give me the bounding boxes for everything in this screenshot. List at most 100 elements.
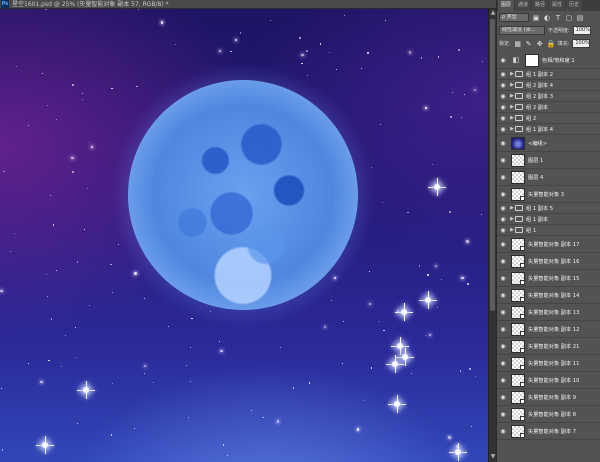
layer-name[interactable]: 组 2 副本 3 — [526, 93, 553, 100]
visibility-eye-icon[interactable]: ◉ — [497, 292, 509, 299]
layer-row[interactable]: ◉ 矢量智能对象 副本 8 — [497, 406, 600, 423]
layer-name[interactable]: 矢量智能对象 副本 9 — [528, 394, 576, 401]
layer-name[interactable]: 组 1 副本 — [526, 216, 548, 223]
layer-name[interactable]: 矢量智能对象 副本 12 — [528, 326, 579, 333]
pixel-filter-icon[interactable]: ▣ — [532, 14, 540, 22]
layer-name[interactable]: 矢量智能对象 副本 14 — [528, 292, 579, 299]
layer-filter-select[interactable]: ρ 类型 — [499, 13, 529, 22]
layer-row[interactable]: ◉ 矢量智能对象 副本 10 — [497, 372, 600, 389]
layer-row[interactable]: ◉ ▶ 组 2 副本 3 — [497, 91, 600, 102]
layer-thumbnail[interactable] — [511, 136, 525, 150]
collapsed-panel-scrollbar[interactable]: ▲ ▼ — [488, 9, 496, 462]
layer-name[interactable]: 组 2 副本 4 — [526, 82, 553, 89]
visibility-eye-icon[interactable]: ◉ — [497, 126, 509, 133]
layer-name[interactable]: 矢量智能对象 副本 17 — [528, 241, 579, 248]
layer-row[interactable]: ◉ 矢量智能对象 副本 11 — [497, 355, 600, 372]
layer-row[interactable]: ◉ 矢量智能对象 副本 7 — [497, 423, 600, 440]
lock-brush-icon[interactable]: ✎ — [525, 40, 533, 48]
layer-name[interactable]: 矢量智能对象 副本 7 — [528, 428, 576, 435]
image-canvas[interactable] — [0, 9, 488, 462]
visibility-eye-icon[interactable]: ◉ — [497, 309, 509, 316]
lock-transparent-icon[interactable]: ▦ — [514, 40, 522, 48]
layer-name[interactable]: <编组> — [528, 140, 547, 147]
visibility-eye-icon[interactable]: ◉ — [497, 216, 509, 223]
layer-name[interactable]: 矢量智能对象 3 — [528, 191, 564, 198]
tab-4[interactable]: 历史 — [566, 0, 583, 11]
visibility-eye-icon[interactable]: ◉ — [497, 394, 509, 401]
visibility-eye-icon[interactable]: ◉ — [497, 57, 509, 64]
layer-name[interactable]: 矢量智能对象 副本 13 — [528, 309, 579, 316]
layer-row[interactable]: ◉ ◧ 色相/饱和度 1 — [497, 52, 600, 69]
layer-row[interactable]: ◉ 矢量智能对象 副本 13 — [497, 304, 600, 321]
layer-row[interactable]: ◉ ▶ 组 1 — [497, 225, 600, 236]
tab-3[interactable]: 属性 — [549, 0, 566, 11]
tab-1[interactable]: 通道 — [515, 0, 532, 11]
visibility-eye-icon[interactable]: ◉ — [497, 258, 509, 265]
layer-row[interactable]: ◉ ▶ 组 2 — [497, 113, 600, 124]
lock-all-icon[interactable]: 🔒 — [547, 40, 556, 48]
shape-filter-icon[interactable]: ▢ — [565, 14, 573, 22]
layer-row[interactable]: ◉ ▶ 组 1 副本 4 — [497, 124, 600, 135]
layer-thumbnail[interactable] — [511, 390, 525, 404]
visibility-eye-icon[interactable]: ◉ — [497, 227, 509, 234]
visibility-eye-icon[interactable]: ◉ — [497, 411, 509, 418]
layer-row[interactable]: ◉ ▶ 组 2 副本 4 — [497, 80, 600, 91]
layer-name[interactable]: 矢量智能对象 副本 8 — [528, 411, 576, 418]
layer-thumbnail[interactable] — [511, 356, 525, 370]
visibility-eye-icon[interactable]: ◉ — [497, 71, 509, 78]
visibility-eye-icon[interactable]: ◉ — [497, 377, 509, 384]
layer-name[interactable]: 组 1 — [526, 227, 536, 234]
fill-input[interactable]: 100% — [572, 39, 591, 48]
visibility-eye-icon[interactable]: ◉ — [497, 428, 509, 435]
layer-row[interactable]: ◉ 矢量智能对象 副本 14 — [497, 287, 600, 304]
layer-row[interactable]: ◉ 矢量智能对象 副本 21 — [497, 338, 600, 355]
layer-thumbnail[interactable] — [511, 271, 525, 285]
layer-name[interactable]: 色相/饱和度 1 — [542, 57, 575, 64]
visibility-eye-icon[interactable]: ◉ — [497, 104, 509, 111]
document-tab[interactable]: Ps 星空1601.psd @ 25% (矢量智能对象 副本 57, RGB/8… — [0, 0, 496, 9]
visibility-eye-icon[interactable]: ◉ — [497, 191, 509, 198]
visibility-eye-icon[interactable]: ◉ — [497, 205, 509, 212]
tab-2[interactable]: 路径 — [532, 0, 549, 11]
tab-0[interactable]: 图层 — [498, 0, 515, 11]
lock-move-icon[interactable]: ✥ — [536, 40, 544, 48]
layer-row[interactable]: ◉ 矢量智能对象 副本 17 — [497, 236, 600, 253]
visibility-eye-icon[interactable]: ◉ — [497, 326, 509, 333]
layer-name[interactable]: 矢量智能对象 副本 21 — [528, 343, 579, 350]
layer-row[interactable]: ◉ 矢量智能对象 副本 12 — [497, 321, 600, 338]
layer-thumbnail[interactable] — [511, 288, 525, 302]
visibility-eye-icon[interactable]: ◉ — [497, 360, 509, 367]
layer-name[interactable]: 矢量智能对象 副本 10 — [528, 377, 579, 384]
layer-name[interactable]: 矢量智能对象 副本 11 — [528, 360, 579, 367]
visibility-eye-icon[interactable]: ◉ — [497, 82, 509, 89]
layer-name[interactable]: 组 2 — [526, 115, 536, 122]
scroll-thumb[interactable] — [490, 19, 495, 311]
layer-row[interactable]: ◉ 图层 1 — [497, 152, 600, 169]
layer-row[interactable]: ◉ 矢量智能对象 副本 9 — [497, 389, 600, 406]
layer-thumbnail[interactable] — [511, 254, 525, 268]
layer-row[interactable]: ◉ ▶ 组 1 副本 2 — [497, 69, 600, 80]
visibility-eye-icon[interactable]: ◉ — [497, 115, 509, 122]
layer-row[interactable]: ◉ 矢量智能对象 3 — [497, 186, 600, 203]
layer-row[interactable]: ◉ <编组> — [497, 135, 600, 152]
layer-thumbnail[interactable] — [511, 424, 525, 438]
layer-row[interactable]: ◉ ▶ 组 2 副本 — [497, 102, 600, 113]
visibility-eye-icon[interactable]: ◉ — [497, 93, 509, 100]
opacity-input[interactable]: 100% — [572, 26, 591, 35]
layer-name[interactable]: 矢量智能对象 副本 16 — [528, 258, 579, 265]
layer-name[interactable]: 图层 1 — [528, 157, 543, 164]
layer-row[interactable]: ◉ 图层 4 — [497, 169, 600, 186]
layer-thumbnail[interactable] — [511, 339, 525, 353]
layer-mask-thumbnail[interactable] — [525, 53, 539, 67]
layer-name[interactable]: 组 1 副本 4 — [526, 126, 553, 133]
type-filter-icon[interactable]: T — [554, 14, 562, 22]
layer-name[interactable]: 图层 4 — [528, 174, 543, 181]
blend-mode-select[interactable]: 线性减淡 (添… — [499, 26, 545, 35]
visibility-eye-icon[interactable]: ◉ — [497, 343, 509, 350]
layer-row[interactable]: ◉ ▶ 组 1 副本 5 — [497, 203, 600, 214]
visibility-eye-icon[interactable]: ◉ — [497, 174, 509, 181]
layer-name[interactable]: 矢量智能对象 副本 15 — [528, 275, 579, 282]
layer-thumbnail[interactable] — [511, 187, 525, 201]
visibility-eye-icon[interactable]: ◉ — [497, 241, 509, 248]
layer-thumbnail[interactable] — [511, 305, 525, 319]
